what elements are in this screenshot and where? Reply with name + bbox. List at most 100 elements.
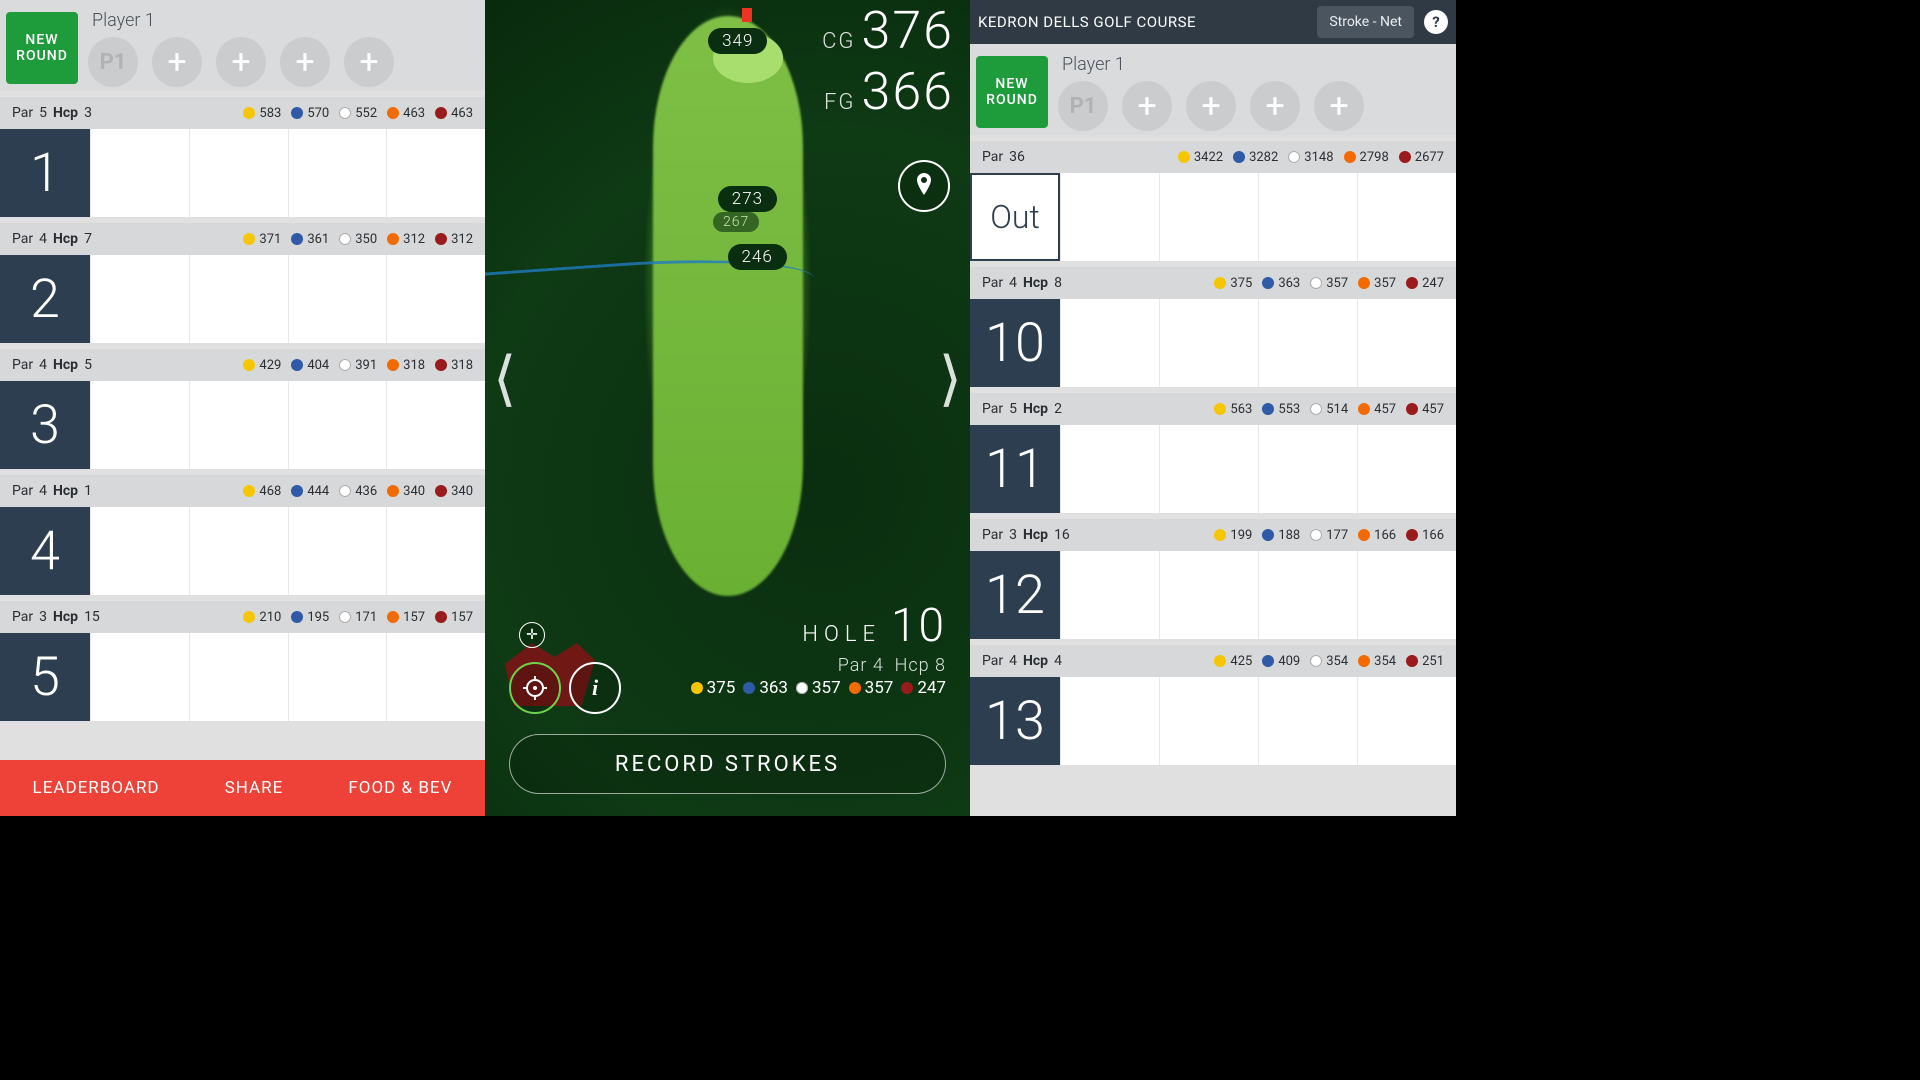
score-cell[interactable] (90, 381, 189, 469)
score-cell[interactable] (1159, 425, 1258, 513)
score-cell[interactable] (1258, 173, 1357, 261)
hole-meta: Par 4 Hcp4 425409354354251 (970, 645, 1456, 677)
out-meta-row: Par 36 3422 3282 3148 2798 2677 (970, 141, 1456, 173)
food-bev-button[interactable]: FOOD & BEV (348, 778, 452, 798)
score-cell[interactable] (1159, 677, 1258, 765)
hole-number-box[interactable]: 1 (0, 129, 90, 217)
record-strokes-button[interactable]: RECORD STROKES (509, 734, 946, 794)
add-player-button[interactable] (344, 37, 394, 87)
score-cell[interactable] (1258, 677, 1357, 765)
score-cell[interactable] (1060, 299, 1159, 387)
score-cell[interactable] (1357, 299, 1456, 387)
score-cell[interactable] (1060, 677, 1159, 765)
tee-dist: 171 (339, 610, 377, 625)
player-avatar-p1[interactable]: P1 (88, 37, 138, 87)
score-cell[interactable] (90, 507, 189, 595)
score-cell[interactable] (288, 255, 387, 343)
score-cell[interactable] (90, 633, 189, 721)
tee-dist: 468 (243, 484, 281, 499)
score-cell[interactable] (386, 255, 485, 343)
par-value: 4 (1009, 653, 1017, 669)
add-player-button[interactable] (1314, 81, 1364, 131)
out-par-value: 36 (1009, 149, 1025, 165)
hcp-value: 8 (1054, 275, 1062, 291)
score-cell[interactable] (1159, 173, 1258, 261)
hole-number-box[interactable]: 3 (0, 381, 90, 469)
score-cell[interactable] (1060, 425, 1159, 513)
hole-number-box[interactable]: 12 (970, 551, 1060, 639)
score-cell[interactable] (1357, 551, 1456, 639)
score-cell[interactable] (189, 129, 288, 217)
add-player-button[interactable] (152, 37, 202, 87)
score-cell[interactable] (288, 129, 387, 217)
score-cell[interactable] (189, 507, 288, 595)
tee-white: 3148 (1288, 150, 1333, 165)
help-button[interactable]: ? (1424, 10, 1448, 34)
score-cell[interactable] (1357, 677, 1456, 765)
tee-distances: 583570552463463 (243, 106, 473, 121)
tee-dist: 188 (1262, 528, 1300, 543)
prev-hole-button[interactable]: ⟨ (493, 343, 516, 414)
score-cell[interactable] (1258, 551, 1357, 639)
new-round-button[interactable]: NEW ROUND (976, 56, 1048, 128)
hole-number-box[interactable]: 5 (0, 633, 90, 721)
score-cell[interactable] (386, 381, 485, 469)
tee-dist: 553 (1262, 402, 1300, 417)
hole-number-box[interactable]: 2 (0, 255, 90, 343)
tee-dist: 251 (1406, 654, 1444, 669)
score-cell[interactable] (1258, 299, 1357, 387)
score-cell[interactable] (90, 129, 189, 217)
hole-info-button[interactable]: i (569, 662, 621, 714)
score-cell[interactable] (386, 633, 485, 721)
distance-marker-mid1[interactable]: 273 (718, 186, 777, 212)
next-hole-button[interactable]: ⟩ (939, 343, 962, 414)
share-button[interactable]: SHARE (225, 778, 284, 798)
add-player-button[interactable] (1186, 81, 1236, 131)
hole-number-box[interactable]: 4 (0, 507, 90, 595)
gps-target-button[interactable] (509, 662, 561, 714)
tee-dist: 340 (435, 484, 473, 499)
course-name: KEDRON DELLS GOLF COURSE (978, 13, 1307, 31)
score-cell[interactable] (386, 507, 485, 595)
score-cell[interactable] (189, 633, 288, 721)
pin-location-button[interactable] (898, 160, 950, 212)
score-cell[interactable] (1159, 551, 1258, 639)
score-row: 13 (970, 677, 1456, 765)
score-cell[interactable] (1159, 299, 1258, 387)
tee-distances: 375363357357247 (1214, 276, 1444, 291)
add-player-button[interactable] (1122, 81, 1172, 131)
score-cell[interactable] (189, 255, 288, 343)
add-player-button[interactable] (1250, 81, 1300, 131)
leaderboard-button[interactable]: LEADERBOARD (33, 778, 160, 798)
scoring-mode-select[interactable]: Stroke - Net (1317, 6, 1414, 38)
score-cell[interactable] (1357, 425, 1456, 513)
score-cell[interactable] (288, 507, 387, 595)
score-cell[interactable] (288, 381, 387, 469)
hole-number-box[interactable]: 10 (970, 299, 1060, 387)
new-round-button[interactable]: NEW ROUND (6, 12, 78, 84)
distance-marker-mid2[interactable]: 246 (728, 244, 787, 270)
score-cell[interactable] (288, 633, 387, 721)
score-cell[interactable] (1060, 551, 1159, 639)
score-cell[interactable] (189, 381, 288, 469)
tee-dist: 444 (291, 484, 329, 499)
add-player-button[interactable] (280, 37, 330, 87)
distance-marker-green[interactable]: 349 (708, 28, 767, 54)
par-value: 4 (39, 357, 47, 373)
hcp-label: Hcp (53, 105, 78, 121)
score-cell[interactable] (90, 255, 189, 343)
par-label: Par (982, 401, 1003, 417)
score-cell[interactable] (1357, 173, 1456, 261)
tee-dist: 157 (387, 610, 425, 625)
player-avatar-p1[interactable]: P1 (1058, 81, 1108, 131)
target-icon (523, 676, 547, 700)
hole-number-box[interactable]: 11 (970, 425, 1060, 513)
out-box[interactable]: Out (970, 173, 1060, 261)
par-value: 5 (39, 105, 47, 121)
score-cell[interactable] (386, 129, 485, 217)
score-cell[interactable] (1060, 173, 1159, 261)
hole-number-box[interactable]: 13 (970, 677, 1060, 765)
add-player-button[interactable] (216, 37, 266, 87)
cg-label: CG (822, 29, 855, 54)
score-cell[interactable] (1258, 425, 1357, 513)
